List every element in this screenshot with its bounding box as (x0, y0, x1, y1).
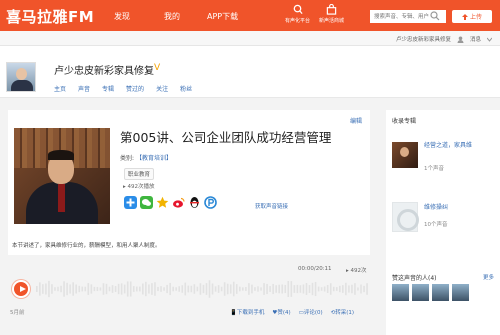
category-link[interactable]: 【教育培训】 (136, 155, 172, 162)
messages-link[interactable]: 消息 (470, 35, 481, 43)
user-avatar-icon (457, 36, 464, 43)
comment-button[interactable]: ▭评论(0) (299, 308, 323, 316)
download-to-phone[interactable]: 📱下载到手机 (230, 308, 264, 316)
site-logo[interactable]: 喜马拉雅FM (6, 6, 94, 27)
tab-sounds[interactable]: 声音 (78, 84, 90, 93)
partner-platform-label: 有声化平台 (285, 18, 311, 24)
forward-button[interactable]: ⟲转采(1) (331, 308, 354, 316)
wechat-icon[interactable] (140, 196, 153, 209)
avatar[interactable] (452, 284, 469, 301)
tag-chip[interactable]: 职业教育 (124, 168, 155, 180)
search-icon[interactable] (430, 11, 440, 21)
qzone-star-icon[interactable] (156, 196, 169, 209)
avatar[interactable] (432, 284, 449, 301)
album-title-2[interactable]: 维修操纠 (424, 204, 484, 212)
album-count-2: 10个声音 (424, 222, 448, 228)
store-label: 新声活商城 (319, 18, 345, 24)
player-play-count: ▸ 492次 (346, 268, 367, 274)
right-sidebar: 收录专辑 经营之道，家具维 1个声音 维修操纠 10个声音 赞这声音的人(4) … (386, 110, 500, 335)
top-nav-bar: 喜马拉雅FM 发现 我的 APP下载 有声化平台 新声活商城 上传 (0, 0, 500, 31)
category-label: 类别: (120, 155, 135, 162)
pinterest-p-icon[interactable] (204, 196, 217, 209)
track-card: 编辑 第005讲、公司企业团队成功经营管理 类别: 【教育培训】 职业教育 ▸ … (8, 110, 370, 255)
add-share-icon[interactable] (124, 196, 137, 209)
profile-avatar[interactable] (6, 62, 36, 92)
track-actions: 📱下载到手机 ♥赞(4) ▭评论(0) ⟲转采(1) (230, 308, 354, 316)
liker-avatars (392, 284, 469, 301)
more-link[interactable]: 更多 (483, 273, 494, 281)
partner-platform-link[interactable]: 有声化平台 (285, 4, 310, 24)
nav-discover[interactable]: 发现 (114, 11, 130, 22)
waveform-scrubber[interactable] (36, 276, 370, 302)
nav-app-download[interactable]: APP下载 (207, 11, 238, 22)
track-category: 类别: 【教育培训】 (120, 153, 172, 162)
share-row (124, 196, 217, 209)
nav-mine[interactable]: 我的 (164, 11, 180, 22)
edit-link[interactable]: 编辑 (350, 116, 362, 125)
upload-button[interactable]: 上传 (452, 10, 492, 23)
profile-tabs: 主页 声音 专辑 赞过的 关注 粉丝 (54, 84, 192, 93)
album-cover-1[interactable] (392, 142, 418, 168)
tab-albums[interactable]: 专辑 (102, 84, 114, 93)
album-count-1: 1个声音 (424, 166, 444, 172)
microphone-icon (293, 4, 303, 15)
profile-header: 卢少忠皮新彩家具修复 V 主页 声音 专辑 赞过的 关注 粉丝 (0, 46, 500, 98)
tab-liked[interactable]: 赞过的 (126, 84, 144, 93)
likers-section-header: 赞这声音的人(4) (392, 275, 437, 282)
verified-v-icon: V (154, 63, 161, 73)
like-button[interactable]: ♥赞(4) (272, 308, 290, 316)
upload-label: 上传 (469, 14, 482, 21)
track-cover-image (14, 128, 110, 224)
user-status-bar: 卢少忠皮新彩家具修复 消息 (0, 31, 500, 46)
tab-home[interactable]: 主页 (54, 84, 66, 93)
current-username[interactable]: 卢少忠皮新彩家具修复 (396, 35, 451, 43)
playback-time: 00:00/20:11 (298, 266, 332, 272)
play-count: ▸ 492次播放 (123, 184, 155, 190)
album-cover-2[interactable] (392, 202, 419, 232)
upload-date: 5月前 (10, 310, 25, 316)
upload-arrow-icon (461, 13, 468, 20)
play-button[interactable] (12, 280, 30, 298)
qq-penguin-icon[interactable] (188, 196, 201, 209)
tab-following[interactable]: 关注 (156, 84, 168, 93)
shopping-bag-icon (326, 4, 337, 15)
store-link[interactable]: 新声活商城 (319, 4, 344, 24)
audio-player: 00:00/20:11 ▸ 492次 5月前 📱下载到手机 ♥赞(4) ▭评论(… (8, 262, 370, 316)
weibo-icon[interactable] (172, 196, 185, 209)
album-section-header: 收录专辑 (392, 118, 417, 125)
avatar[interactable] (392, 284, 409, 301)
chevron-down-icon[interactable] (487, 37, 492, 42)
album-title-1[interactable]: 经营之道，家具维 (424, 142, 484, 150)
track-title: 第005讲、公司企业团队成功经营管理 (120, 130, 332, 145)
profile-name: 卢少忠皮新彩家具修复 (54, 66, 154, 77)
get-link-button[interactable]: 获取声音链接 (255, 202, 288, 210)
avatar[interactable] (412, 284, 429, 301)
tab-fans[interactable]: 粉丝 (180, 84, 192, 93)
track-intro: 本节讲述了，家具维修行业的，薪酬模型，和用人聚人制度。 (12, 243, 161, 249)
